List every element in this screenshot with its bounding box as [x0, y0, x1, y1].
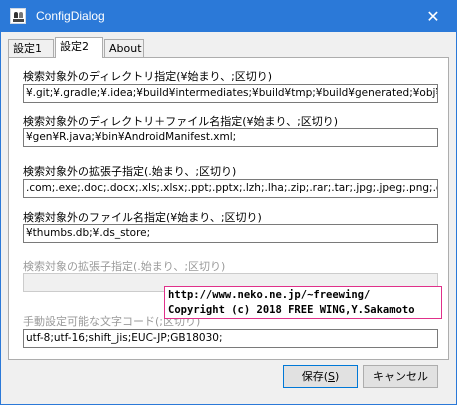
exclude-ext-input[interactable]: .com;.exe;.doc;.docx;.xls;.xlsx;.ppt;.pp… [23, 179, 438, 198]
save-suffix: ) [334, 370, 340, 383]
tab-settings-2[interactable]: 設定2 [55, 37, 103, 58]
cancel-button[interactable]: キャンセル [363, 365, 438, 388]
exclude-filename-label: 検索対象外のファイル名指定(¥始まり、;区切り) [23, 211, 262, 224]
exclude-dir-file-input[interactable]: ¥gen¥R.java;¥bin¥AndroidManifest.xml; [23, 128, 438, 147]
copyright-watermark: http://www.neko.ne.jp/~freewing/ Copyrig… [164, 286, 442, 319]
tab-about[interactable]: About [104, 39, 144, 57]
window-title: ConfigDialog [36, 9, 105, 23]
title-bar[interactable]: ConfigDialog ✕ [1, 1, 456, 32]
app-icon [10, 8, 26, 24]
tab-settings-1[interactable]: 設定1 [8, 39, 54, 57]
save-label: 保存( [301, 370, 328, 383]
charset-input[interactable]: utf-8;utf-16;shift_jis;EUC-JP;GB18030; [23, 329, 438, 348]
exclude-filename-input[interactable]: ¥thumbs.db;¥.ds_store; [23, 224, 438, 243]
exclude-dir-input[interactable]: ¥.git;¥.gradle;¥.idea;¥build¥intermediat… [23, 84, 438, 103]
exclude-dir-file-label: 検索対象外のディレクトリ＋ファイル名指定(¥始まり、;区切り) [23, 115, 339, 128]
watermark-url: http://www.neko.ne.jp/~freewing/ [168, 289, 371, 301]
close-icon[interactable]: ✕ [410, 1, 456, 32]
exclude-dir-label: 検索対象外のディレクトリ指定(¥始まり、;区切り) [23, 70, 273, 83]
config-dialog-window: ConfigDialog ✕ 設定1 設定2 About 検索対象外のディレクト… [0, 0, 457, 405]
target-ext-label: 検索対象の拡張子指定(.始まり、;区切り) [23, 260, 226, 273]
exclude-ext-label: 検索対象外の拡張子指定(.始まり、;区切り) [23, 165, 237, 178]
save-button[interactable]: 保存(S) [283, 365, 358, 388]
save-mnemonic: S [328, 370, 335, 383]
watermark-copyright: Copyright (c) 2018 FREE WING,Y.Sakamoto [168, 304, 415, 316]
